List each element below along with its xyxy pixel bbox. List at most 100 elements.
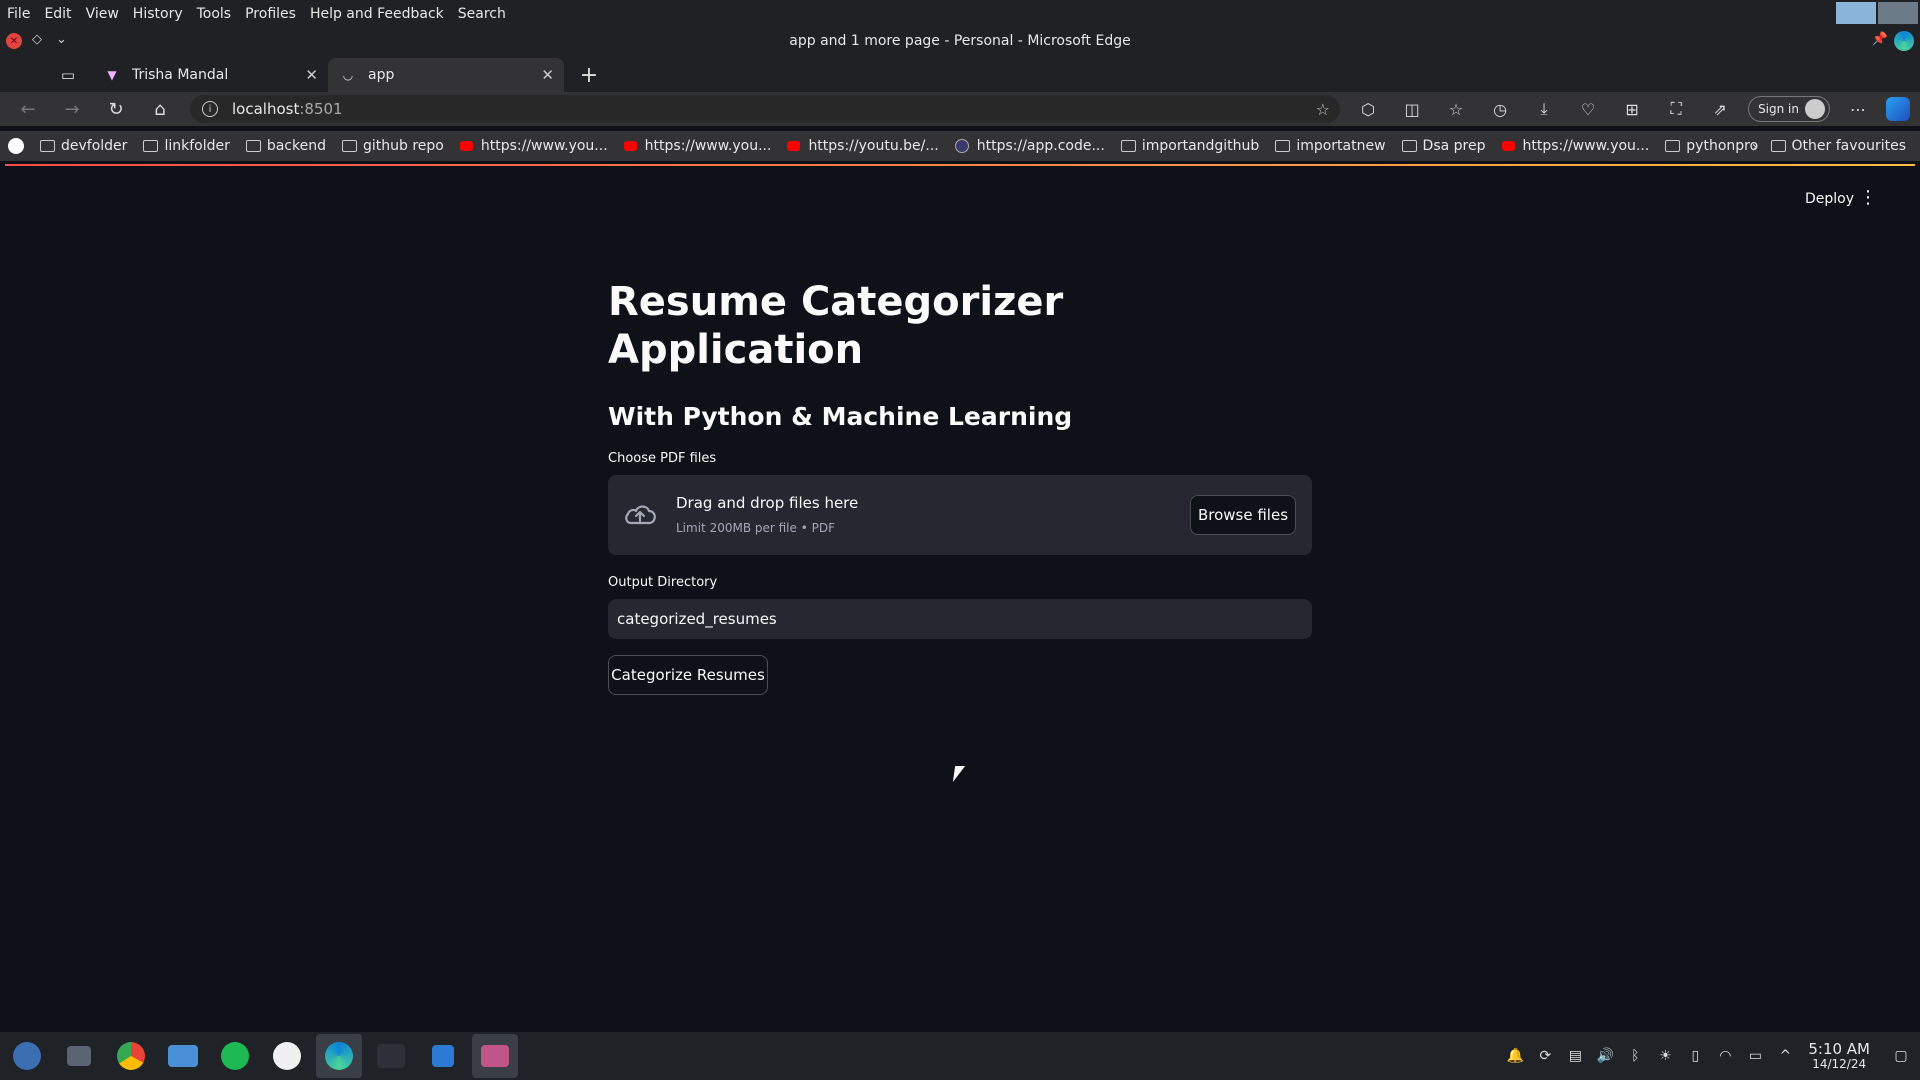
folder-icon — [40, 140, 55, 152]
battery-icon[interactable]: ▭ — [1740, 1048, 1770, 1064]
bookmark-item[interactable]: backend — [238, 138, 334, 154]
folder-icon — [245, 140, 261, 152]
bookmark-item[interactable]: https://www.you... — [452, 138, 616, 154]
menu-help[interactable]: Help and Feedback — [303, 6, 451, 22]
close-tab-icon[interactable]: ✕ — [305, 66, 318, 84]
dropzone-title: Drag and drop files here — [676, 494, 859, 512]
home-icon[interactable]: ⌂ — [138, 92, 182, 126]
tab-label: app — [368, 67, 395, 83]
bookmark-label: github repo — [363, 138, 444, 154]
sign-in-button[interactable]: Sign in — [1748, 96, 1830, 122]
bookmark-item[interactable]: github repo — [334, 138, 452, 154]
collections-icon[interactable]: ⊞ — [1610, 92, 1654, 126]
wifi-icon[interactable]: ◠ — [1710, 1048, 1740, 1064]
volume-icon[interactable]: 🔊 — [1590, 1048, 1620, 1064]
bookmark-item[interactable]: Dsa prep — [1394, 138, 1494, 154]
fedora-launcher-icon[interactable] — [4, 1034, 50, 1078]
more-options-icon[interactable]: ⋯ — [1836, 92, 1880, 126]
tab-actions-icon[interactable]: ▭ — [44, 58, 92, 92]
forward-icon[interactable]: → — [50, 92, 94, 126]
notifications-icon[interactable]: 🔔 — [1500, 1048, 1530, 1064]
close-tab-icon[interactable]: ✕ — [541, 66, 554, 84]
bookmark-item[interactable]: devfolder — [32, 138, 135, 154]
new-tab-icon[interactable]: + — [572, 58, 606, 92]
output-directory-input[interactable]: categorized_resumes — [608, 599, 1312, 639]
bookmark-item[interactable]: importandgithub — [1113, 138, 1267, 154]
bookmark-item[interactable]: pythonpro — [1657, 138, 1766, 154]
bookmark-item[interactable]: https://www.you... — [1494, 138, 1658, 154]
tab-strip: ▭ ▼ Trisha Mandal ✕ ◡ app ✕ + — [0, 54, 1920, 92]
bookmark-label: linkfolder — [164, 138, 230, 154]
file-manager-icon[interactable] — [160, 1034, 206, 1078]
screenshot-icon[interactable]: ⛶ — [1654, 92, 1698, 126]
menu-search[interactable]: Search — [451, 6, 513, 22]
browse-files-button[interactable]: Browse files — [1190, 495, 1296, 535]
bluetooth-icon[interactable]: ᛒ — [1620, 1048, 1650, 1064]
deploy-button[interactable]: Deploy — [1805, 191, 1854, 207]
refresh-icon[interactable]: ↻ — [94, 92, 138, 126]
app-menubar: File Edit View History Tools Profiles He… — [0, 0, 1920, 27]
pin-icon[interactable]: 📌 — [1872, 32, 1888, 47]
chevron-up-icon[interactable]: ^ — [1770, 1048, 1800, 1064]
bookmark-item[interactable]: https://youtu.be/... — [779, 138, 946, 154]
settings-panel-icon[interactable] — [56, 1034, 102, 1078]
categorize-resumes-button[interactable]: Categorize Resumes — [608, 655, 768, 695]
copilot-icon[interactable] — [1886, 97, 1910, 121]
spotify-icon[interactable] — [212, 1034, 258, 1078]
bookmark-label: Other favourites — [1791, 138, 1906, 154]
whatsapp-icon[interactable] — [264, 1034, 310, 1078]
clock-date: 14/12/24 — [1812, 1056, 1867, 1071]
update-icon[interactable]: ⟳ — [1530, 1048, 1560, 1064]
bookmark-item[interactable]: linkfolder — [135, 138, 237, 154]
menu-file[interactable]: File — [0, 6, 37, 22]
device-icon[interactable]: ▯ — [1680, 1048, 1710, 1064]
address-bar[interactable]: i localhost:8501 ☆ — [190, 95, 1340, 123]
streamlit-page: Deploy ⋮ Resume Categorizer Application … — [5, 166, 1915, 1032]
menu-view[interactable]: View — [79, 6, 126, 22]
downloads-icon[interactable]: ⤓ — [1522, 92, 1566, 126]
clipboard-icon[interactable]: ▤ — [1560, 1048, 1590, 1064]
favorite-star-icon[interactable]: ☆ — [1316, 100, 1330, 119]
extensions-icon[interactable]: ⬡ — [1346, 92, 1390, 126]
bookmark-item[interactable]: https://app.code... — [947, 138, 1113, 154]
window-title: app and 1 more page - Personal - Microso… — [789, 32, 1131, 49]
tab-app[interactable]: ◡ app ✕ — [328, 58, 564, 92]
chevron-right-icon[interactable]: › — [1752, 137, 1758, 156]
tab-trisha-mandal[interactable]: ▼ Trisha Mandal ✕ — [92, 58, 328, 92]
menu-edit[interactable]: Edit — [37, 6, 78, 22]
edge-icon[interactable] — [316, 1034, 362, 1078]
clock-time: 5:10 AM — [1808, 1039, 1870, 1058]
favorites-icon[interactable]: ☆ — [1434, 92, 1478, 126]
clock[interactable]: 5:10 AM 14/12/24 — [1808, 1039, 1870, 1071]
folder-icon — [1275, 140, 1291, 152]
brightness-icon[interactable]: ☀ — [1650, 1048, 1680, 1064]
os-taskbar: 🔔 ⟳ ▤ 🔊 ᛒ ☀ ▯ ◠ ▭ ^ 5:10 AM 14/12/24 ▢ — [0, 1032, 1920, 1080]
menu-history[interactable]: History — [126, 6, 190, 22]
bookmark-item[interactable]: https://www.you... — [616, 138, 780, 154]
cloud-upload-icon — [625, 505, 656, 525]
share-icon[interactable]: ⇗ — [1698, 92, 1742, 126]
bookmark-label: pythonpro — [1686, 138, 1759, 154]
screenshot-app-icon[interactable] — [472, 1034, 518, 1078]
youtube-icon — [459, 141, 473, 151]
split-screen-icon[interactable]: ◫ — [1390, 92, 1434, 126]
show-desktop-icon[interactable]: ▢ — [1886, 1048, 1916, 1064]
bookmark-item[interactable]: importatnew — [1267, 138, 1393, 154]
vscode-icon[interactable] — [420, 1034, 466, 1078]
browser-essentials-icon[interactable]: ♡ — [1566, 92, 1610, 126]
back-icon[interactable]: ← — [6, 92, 50, 126]
bookmark-label: https://youtu.be/... — [808, 138, 939, 154]
terminal-icon[interactable] — [368, 1034, 414, 1078]
bookmark-github[interactable] — [0, 138, 32, 154]
menu-profiles[interactable]: Profiles — [238, 6, 303, 22]
file-dropzone[interactable]: Drag and drop files here Limit 200MB per… — [608, 475, 1312, 555]
window-thumbnails[interactable] — [1836, 2, 1918, 24]
main-menu-icon[interactable]: ⋮ — [1859, 187, 1877, 208]
bookmark-other-favourites[interactable]: Other favourites — [1763, 138, 1914, 154]
history-icon[interactable]: ◷ — [1478, 92, 1522, 126]
menu-tools[interactable]: Tools — [190, 6, 239, 22]
site-info-icon[interactable]: i — [202, 101, 218, 117]
streamlit-favicon-icon: ◡ — [342, 68, 354, 82]
chrome-icon[interactable] — [108, 1034, 154, 1078]
youtube-icon — [787, 141, 801, 151]
